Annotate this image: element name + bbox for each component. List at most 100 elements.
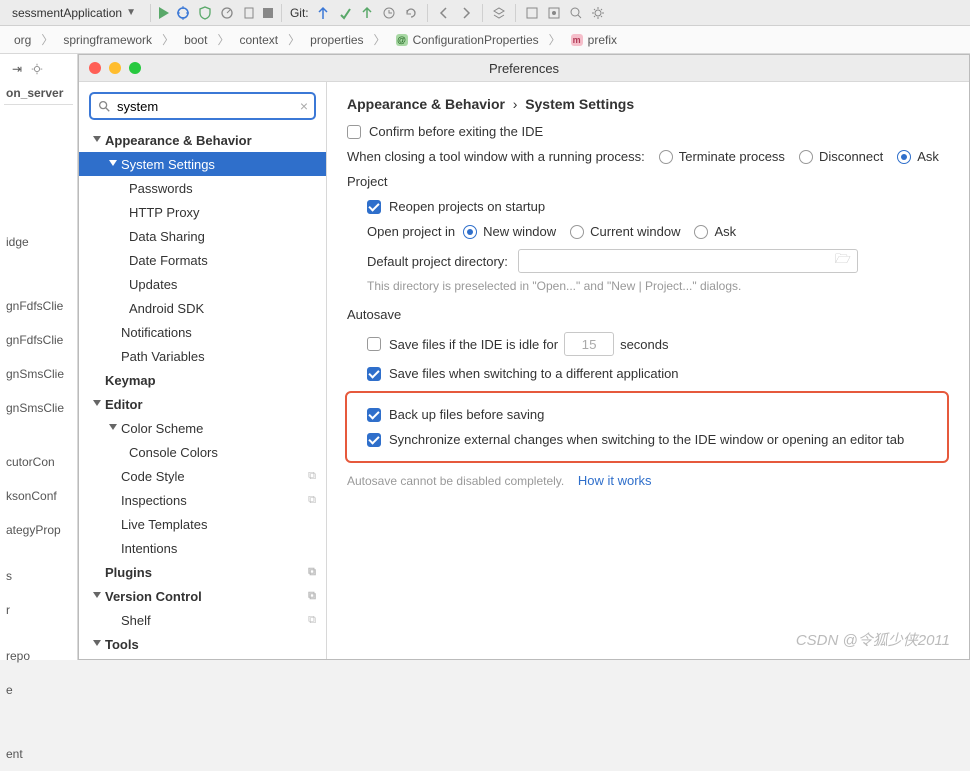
list-item[interactable]: gnFdfsClie xyxy=(4,289,73,323)
list-item[interactable]: s xyxy=(4,559,73,593)
list-item[interactable]: gnFdfsClie xyxy=(4,323,73,357)
radio-current-window[interactable] xyxy=(570,225,584,239)
tree-color-scheme[interactable]: Color Scheme xyxy=(79,416,326,440)
crumb-springframework[interactable]: springframework xyxy=(55,30,160,50)
list-item[interactable]: idge xyxy=(4,225,73,259)
git-commit-icon[interactable] xyxy=(337,5,353,21)
list-item[interactable]: ksonConf xyxy=(4,479,73,513)
find-icon[interactable] xyxy=(568,5,584,21)
tree-plugins[interactable]: Plugins⧉ xyxy=(79,560,326,584)
chevron-right-icon: 〉 xyxy=(217,31,229,48)
settings-icon[interactable] xyxy=(590,5,606,21)
chevron-right-icon: 〉 xyxy=(549,31,561,48)
separator xyxy=(427,4,428,22)
git-rollback-icon[interactable] xyxy=(403,5,419,21)
sync-external-checkbox[interactable] xyxy=(367,433,381,447)
radio-ask[interactable] xyxy=(897,150,911,164)
tree-intentions[interactable]: Intentions xyxy=(79,536,326,560)
crumb-properties[interactable]: properties xyxy=(302,30,371,50)
confirm-exit-checkbox[interactable] xyxy=(347,125,361,139)
tree-appearance[interactable]: Appearance & Behavior xyxy=(79,128,326,152)
tree-shelf[interactable]: Shelf⧉ xyxy=(79,608,326,632)
search-input-wrapper[interactable]: × xyxy=(89,92,316,120)
main-toolbar: sessmentApplication ▼ Git: xyxy=(0,0,970,26)
save-idle-checkbox[interactable] xyxy=(367,337,381,351)
default-dir-hint: This directory is preselected in "Open..… xyxy=(347,279,949,293)
copy-icon: ⧉ xyxy=(308,494,316,507)
backup-checkbox[interactable] xyxy=(367,408,381,422)
build-icon[interactable] xyxy=(491,5,507,21)
autosave-note: Autosave cannot be disabled completely. xyxy=(347,474,564,488)
tree-android-sdk[interactable]: Android SDK xyxy=(79,296,326,320)
radio-disconnect[interactable] xyxy=(799,150,813,164)
tree-data-sharing[interactable]: Data Sharing xyxy=(79,224,326,248)
list-item[interactable]: gnSmsClie xyxy=(4,357,73,391)
reopen-checkbox[interactable] xyxy=(367,200,381,214)
coverage-icon[interactable] xyxy=(197,5,213,21)
git-history-icon[interactable] xyxy=(381,5,397,21)
tree-updates[interactable]: Updates xyxy=(79,272,326,296)
run-config-selector[interactable]: sessmentApplication ▼ xyxy=(6,4,142,22)
tree-notifications[interactable]: Notifications xyxy=(79,320,326,344)
clear-icon[interactable]: × xyxy=(300,98,308,114)
crumb-boot[interactable]: boot xyxy=(176,30,215,50)
separator xyxy=(281,4,282,22)
save-switch-checkbox[interactable] xyxy=(367,367,381,381)
gear-icon[interactable] xyxy=(30,62,44,76)
collapse-icon[interactable]: ⇥ xyxy=(12,62,22,76)
profile-icon[interactable] xyxy=(219,5,235,21)
search-icon xyxy=(97,99,111,113)
radio-terminate[interactable] xyxy=(659,150,673,164)
tool-icon[interactable] xyxy=(546,5,562,21)
crumb-method[interactable]: mprefix xyxy=(563,30,625,50)
tree-editor[interactable]: Editor xyxy=(79,392,326,416)
search-input[interactable] xyxy=(117,99,300,114)
git-push-icon[interactable] xyxy=(359,5,375,21)
list-item[interactable]: r xyxy=(4,593,73,627)
crumb-org[interactable]: org xyxy=(6,30,39,50)
tree-date-formats[interactable]: Date Formats xyxy=(79,248,326,272)
content-breadcrumb: Appearance & Behavior › System Settings xyxy=(347,96,949,112)
list-item[interactable]: gnSmsClie xyxy=(4,391,73,425)
dialog-title: Preferences xyxy=(79,61,969,76)
crumb-context[interactable]: context xyxy=(231,30,286,50)
radio-open-ask[interactable] xyxy=(694,225,708,239)
panel-title: on_server xyxy=(4,82,73,105)
method-icon: m xyxy=(571,34,583,46)
run-icon[interactable] xyxy=(159,7,169,19)
stop-icon[interactable] xyxy=(263,8,273,18)
tree-web-browsers[interactable]: Web Browsers xyxy=(79,656,326,659)
tree-http-proxy[interactable]: HTTP Proxy xyxy=(79,200,326,224)
how-it-works-link[interactable]: How it works xyxy=(578,473,652,488)
tree-passwords[interactable]: Passwords xyxy=(79,176,326,200)
default-dir-input[interactable]: 🗁 xyxy=(518,249,858,273)
radio-new-window[interactable] xyxy=(463,225,477,239)
tree-path-variables[interactable]: Path Variables xyxy=(79,344,326,368)
crumb-class[interactable]: @ConfigurationProperties xyxy=(388,30,547,50)
idle-seconds-input[interactable] xyxy=(564,332,614,356)
list-item[interactable]: e xyxy=(4,673,73,707)
folder-icon[interactable]: 🗁 xyxy=(835,250,851,272)
tree-tools[interactable]: Tools xyxy=(79,632,326,656)
list-item[interactable]: ent xyxy=(4,737,73,771)
tree-live-templates[interactable]: Live Templates xyxy=(79,512,326,536)
search-everywhere-icon[interactable] xyxy=(524,5,540,21)
list-item[interactable]: repo xyxy=(4,639,73,673)
sync-external-label: Synchronize external changes when switch… xyxy=(389,432,904,447)
list-item[interactable]: ategyProp xyxy=(4,513,73,547)
forward-icon[interactable] xyxy=(458,5,474,21)
debug-icon[interactable] xyxy=(175,5,191,21)
attach-icon[interactable] xyxy=(241,5,257,21)
tree-inspections[interactable]: Inspections⧉ xyxy=(79,488,326,512)
back-icon[interactable] xyxy=(436,5,452,21)
tree-console-colors[interactable]: Console Colors xyxy=(79,440,326,464)
backup-label: Back up files before saving xyxy=(389,407,544,422)
project-section: Project xyxy=(347,174,949,189)
git-update-icon[interactable] xyxy=(315,5,331,21)
tree-code-style[interactable]: Code Style⧉ xyxy=(79,464,326,488)
preferences-dialog: Preferences × Appearance & Behavior Syst… xyxy=(78,54,970,660)
tree-version-control[interactable]: Version Control⧉ xyxy=(79,584,326,608)
tree-system-settings[interactable]: System Settings xyxy=(79,152,326,176)
list-item[interactable]: cutorCon xyxy=(4,445,73,479)
tree-keymap[interactable]: Keymap xyxy=(79,368,326,392)
